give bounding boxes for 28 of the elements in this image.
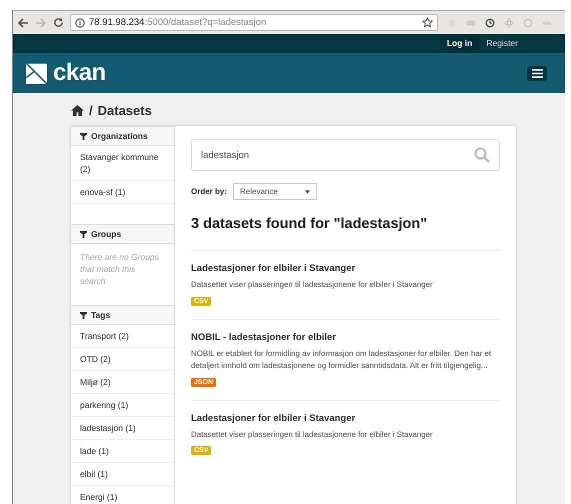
url-text: 78.91.98.234:5000/dataset?q=ladestasjon: [89, 17, 266, 28]
facet-item[interactable]: OTD (2): [71, 348, 174, 371]
breadcrumb-separator: /: [89, 102, 93, 118]
order-by-label: Order by:: [191, 187, 228, 196]
facet-item[interactable]: Energi (1): [71, 486, 174, 504]
dataset-title[interactable]: NOBIL - ladestasjoner for elbiler: [191, 332, 500, 342]
order-by-select[interactable]: Relevance: [233, 183, 318, 200]
facet-item[interactable]: ladestasjon (1): [71, 417, 174, 440]
account-link[interactable]: Log in: [440, 34, 480, 53]
breadcrumb-link[interactable]: Datasets: [98, 102, 152, 118]
facet-heading: Organizations: [71, 126, 174, 146]
dataset-title[interactable]: Ladestasjoner for elbiler i Stavanger: [191, 412, 500, 424]
facet-heading: Tags: [71, 305, 174, 325]
facet-item[interactable]: lade (1): [71, 440, 174, 463]
search-field[interactable]: ladestasjon: [191, 139, 500, 171]
facet-item[interactable]: Miljø (2): [71, 371, 174, 394]
facet-item[interactable]: Stavanger kommune (2): [71, 146, 174, 181]
facet-item[interactable]: parkering (1): [71, 394, 174, 417]
address-bar[interactable]: 78.91.98.234:5000/dataset?q=ladestasjon: [70, 14, 438, 31]
facet-item[interactable]: elbil (1): [71, 463, 174, 486]
facet-heading: Groups: [71, 224, 174, 244]
results-heading: 3 datasets found for "ladestasjon": [191, 216, 428, 232]
facet-item[interactable]: Transport (2): [71, 325, 174, 348]
empty-message: There are no Groups that match this search: [79, 251, 160, 288]
account-link[interactable]: Register: [479, 34, 525, 53]
facet-item[interactable]: enova-sf (1): [71, 181, 174, 204]
site-logo[interactable]: ckan: [53, 59, 106, 87]
dataset-title[interactable]: Ladestasjoner for elbiler i Stavanger: [191, 263, 500, 274]
